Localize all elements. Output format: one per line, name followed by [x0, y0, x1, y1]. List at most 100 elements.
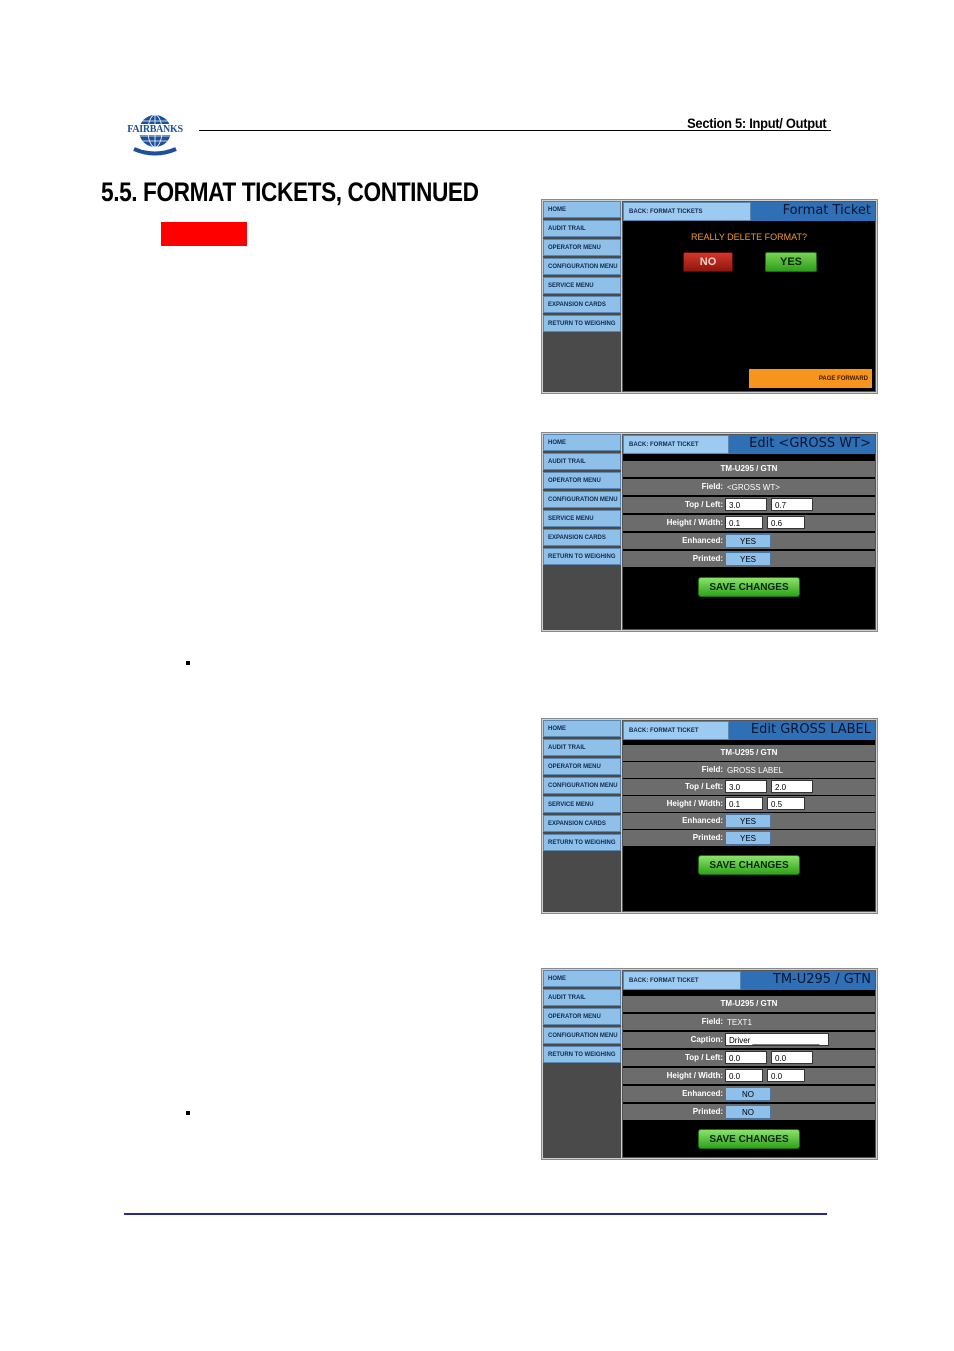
width-input[interactable]: 0.0: [767, 1069, 805, 1082]
content-pane: BACK: FORMAT TICKET Edit <GROSS WT> TM-U…: [622, 434, 876, 630]
menu-audit-trail[interactable]: AUDIT TRAIL: [543, 989, 621, 1006]
printed-row: Printed: YES: [623, 830, 875, 847]
field-value: TEXT1: [727, 1018, 752, 1027]
left-input[interactable]: 0.7: [771, 498, 813, 511]
content-pane: BACK: FORMAT TICKET Edit GROSS LABEL TM-…: [622, 720, 876, 912]
field-value: GROSS LABEL: [727, 766, 784, 775]
screen-title: TM-U295 / GTN: [741, 971, 875, 990]
height-input[interactable]: 0.1: [725, 516, 763, 529]
field-value: <GROSS WT>: [727, 483, 780, 492]
width-input[interactable]: 0.6: [767, 516, 805, 529]
back-button[interactable]: BACK: FORMAT TICKETS: [623, 202, 751, 221]
bullet-marker: [186, 1111, 190, 1115]
screen-title: Edit <GROSS WT>: [729, 435, 875, 454]
enhanced-row: Enhanced: NO: [623, 1086, 875, 1103]
height-width-row: Height / Width: 0.1 0.5: [623, 796, 875, 813]
height-width-row: Height / Width: 0.0 0.0: [623, 1068, 875, 1085]
ticket-row: TM-U295 / GTN: [623, 745, 875, 762]
ticket-row: TM-U295 / GTN: [623, 996, 875, 1013]
yes-button[interactable]: YES: [765, 252, 817, 272]
field-label: Field:: [701, 482, 723, 491]
enhanced-toggle[interactable]: YES: [725, 814, 771, 828]
menu-operator[interactable]: OPERATOR MENU: [543, 239, 621, 256]
back-button[interactable]: BACK: FORMAT TICKET: [623, 721, 729, 740]
menu-service[interactable]: SERVICE MENU: [543, 510, 621, 527]
menu-operator[interactable]: OPERATOR MENU: [543, 1008, 621, 1025]
side-menu: HOME AUDIT TRAIL OPERATOR MENU CONFIGURA…: [543, 720, 621, 912]
menu-audit-trail[interactable]: AUDIT TRAIL: [543, 739, 621, 756]
footer-rule: [124, 1213, 827, 1215]
top-left-label: Top / Left:: [684, 500, 723, 509]
top-left-row: Top / Left: 0.0 0.0: [623, 1050, 875, 1067]
no-button[interactable]: NO: [683, 252, 733, 272]
save-changes-button[interactable]: SAVE CHANGES: [698, 577, 800, 597]
printed-toggle[interactable]: NO: [725, 1105, 771, 1119]
save-changes-button[interactable]: SAVE CHANGES: [698, 1129, 800, 1149]
menu-return-to-weighing[interactable]: RETURN TO WEIGHING: [543, 1046, 621, 1063]
menu-operator[interactable]: OPERATOR MENU: [543, 758, 621, 775]
field-row: Field: TEXT1: [623, 1014, 875, 1031]
content-pane: BACK: FORMAT TICKETS Format Ticket REALL…: [622, 201, 876, 392]
delete-prompt: REALLY DELETE FORMAT?: [690, 232, 808, 242]
field-row: Field: <GROSS WT>: [623, 479, 875, 496]
enhanced-toggle[interactable]: YES: [725, 534, 771, 548]
menu-configuration[interactable]: CONFIGURATION MENU: [543, 777, 621, 794]
top-input[interactable]: 0.0: [725, 1051, 767, 1064]
bullet-marker: [186, 661, 190, 665]
ticket-name: TM-U295 / GTN: [720, 464, 778, 473]
menu-expansion-cards[interactable]: EXPANSION CARDS: [543, 815, 621, 832]
page-forward-button[interactable]: PAGE FORWARD: [749, 369, 872, 388]
menu-configuration[interactable]: CONFIGURATION MENU: [543, 258, 621, 275]
printed-label: Printed:: [692, 1107, 723, 1116]
enhanced-label: Enhanced:: [682, 816, 723, 825]
height-width-row: Height / Width: 0.1 0.6: [623, 515, 875, 532]
enhanced-toggle[interactable]: NO: [725, 1087, 771, 1101]
screenshot-edit-gross-wt: HOME AUDIT TRAIL OPERATOR MENU CONFIGURA…: [541, 432, 878, 632]
menu-home[interactable]: HOME: [543, 970, 621, 987]
menu-configuration[interactable]: CONFIGURATION MENU: [543, 1027, 621, 1044]
enhanced-label: Enhanced:: [682, 536, 723, 545]
menu-home[interactable]: HOME: [543, 201, 621, 218]
printed-row: Printed: NO: [623, 1104, 875, 1121]
top-input[interactable]: 3.0: [725, 780, 767, 793]
top-input[interactable]: 3.0: [725, 498, 767, 511]
height-input[interactable]: 0.1: [725, 797, 763, 810]
side-menu: HOME AUDIT TRAIL OPERATOR MENU CONFIGURA…: [543, 434, 621, 630]
printed-row: Printed: YES: [623, 551, 875, 568]
menu-expansion-cards[interactable]: EXPANSION CARDS: [543, 529, 621, 546]
logo-wordmark: FAIRBANKS: [127, 124, 183, 135]
menu-operator[interactable]: OPERATOR MENU: [543, 472, 621, 489]
height-input[interactable]: 0.0: [725, 1069, 763, 1082]
menu-return-to-weighing[interactable]: RETURN TO WEIGHING: [543, 315, 621, 332]
width-input[interactable]: 0.5: [767, 797, 805, 810]
height-width-label: Height / Width:: [666, 799, 723, 808]
printed-toggle[interactable]: YES: [725, 831, 771, 845]
menu-audit-trail[interactable]: AUDIT TRAIL: [543, 453, 621, 470]
side-menu: HOME AUDIT TRAIL OPERATOR MENU CONFIGURA…: [543, 970, 621, 1158]
ticket-name: TM-U295 / GTN: [720, 999, 778, 1008]
menu-return-to-weighing[interactable]: RETURN TO WEIGHING: [543, 548, 621, 565]
caption-input[interactable]: Driver _______________: [725, 1033, 829, 1046]
left-input[interactable]: 2.0: [771, 780, 813, 793]
save-changes-button[interactable]: SAVE CHANGES: [698, 855, 800, 875]
top-left-label: Top / Left:: [684, 1053, 723, 1062]
menu-service[interactable]: SERVICE MENU: [543, 277, 621, 294]
enhanced-label: Enhanced:: [682, 1089, 723, 1098]
screenshot-delete-format: HOME AUDIT TRAIL OPERATOR MENU CONFIGURA…: [541, 199, 878, 394]
back-button[interactable]: BACK: FORMAT TICKET: [623, 435, 729, 454]
ticket-row: TM-U295 / GTN: [623, 461, 875, 478]
back-button[interactable]: BACK: FORMAT TICKET: [623, 971, 741, 990]
content-pane: BACK: FORMAT TICKET TM-U295 / GTN TM-U29…: [622, 970, 876, 1158]
menu-service[interactable]: SERVICE MENU: [543, 796, 621, 813]
menu-audit-trail[interactable]: AUDIT TRAIL: [543, 220, 621, 237]
printed-toggle[interactable]: YES: [725, 552, 771, 566]
menu-expansion-cards[interactable]: EXPANSION CARDS: [543, 296, 621, 313]
menu-home[interactable]: HOME: [543, 720, 621, 737]
left-input[interactable]: 0.0: [771, 1051, 813, 1064]
side-menu: HOME AUDIT TRAIL OPERATOR MENU CONFIGURA…: [543, 201, 621, 392]
page-heading: 5.5. FORMAT TICKETS, CONTINUED: [101, 177, 479, 207]
menu-home[interactable]: HOME: [543, 434, 621, 451]
menu-return-to-weighing[interactable]: RETURN TO WEIGHING: [543, 834, 621, 851]
menu-configuration[interactable]: CONFIGURATION MENU: [543, 491, 621, 508]
height-width-label: Height / Width:: [666, 518, 723, 527]
